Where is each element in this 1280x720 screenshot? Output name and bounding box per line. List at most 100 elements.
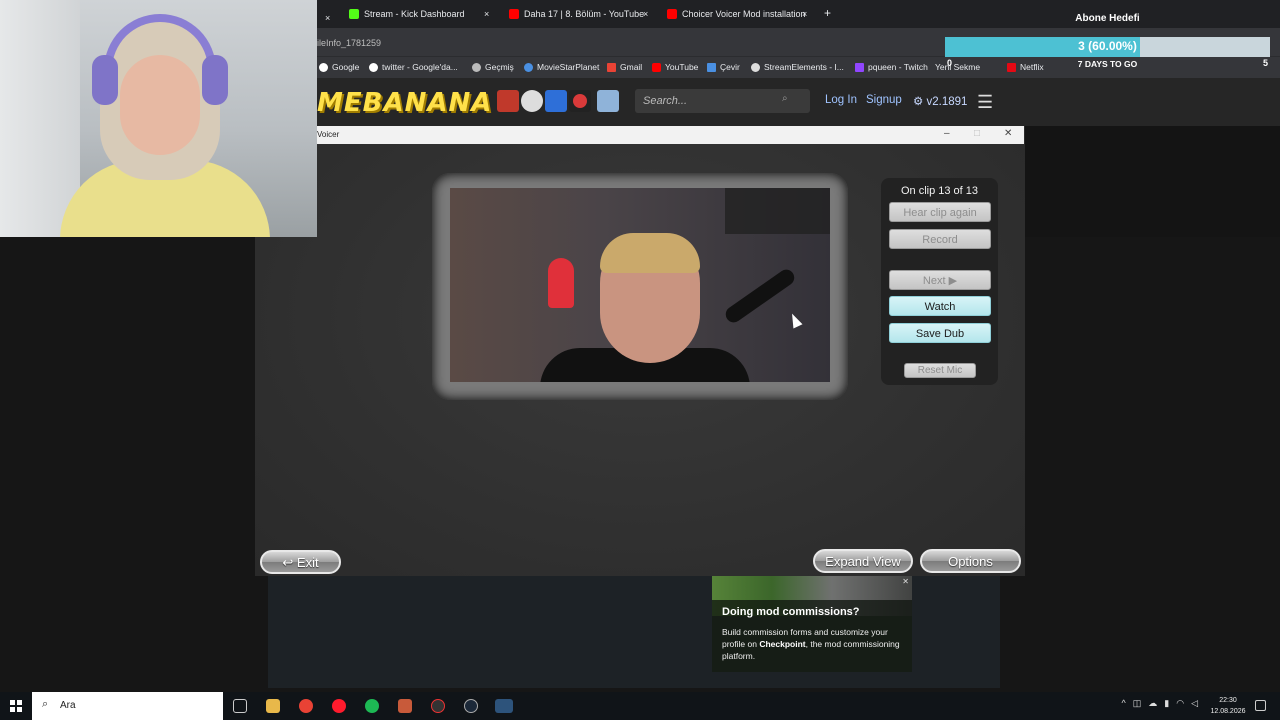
minimize-button[interactable]: –: [944, 128, 950, 139]
gmail-icon: [607, 62, 616, 72]
bookmark-google[interactable]: Google: [319, 62, 359, 72]
save-dub-button[interactable]: Save Dub: [889, 323, 991, 343]
task-view-icon[interactable]: [233, 699, 247, 713]
youtube-icon: [509, 9, 519, 19]
close-icon: ×: [802, 9, 808, 19]
lava-lamp: [548, 258, 574, 308]
usb-icon[interactable]: ▮: [1164, 698, 1169, 709]
headphone-right: [202, 55, 228, 105]
tab-close-choicer[interactable]: ×: [802, 4, 807, 24]
volume-icon[interactable]: ◁: [1191, 698, 1198, 709]
game-icon-1[interactable]: [497, 90, 519, 112]
search-icon[interactable]: ⌕: [782, 93, 788, 104]
active-window-icon[interactable]: [495, 699, 513, 713]
bookmark-moviestarplanet[interactable]: MovieStarPlanet: [524, 62, 599, 72]
bookmark-twitch[interactable]: pqueen - Twitch: [855, 62, 928, 72]
site-header: MEBANANA Search... ⌕ Log In Signup ⚙ v2.…: [317, 78, 1280, 126]
ad-title: Doing mod commissions?: [722, 606, 860, 618]
wifi-icon[interactable]: ◠: [1176, 698, 1184, 709]
maximize-button[interactable]: □: [974, 128, 980, 139]
bookmark-label: YouTube: [665, 62, 699, 72]
close-icon: ×: [643, 9, 649, 19]
bookmark-streamelements[interactable]: StreamElements - I...: [751, 62, 844, 72]
new-tab-button[interactable]: +: [824, 3, 831, 23]
opera-icon[interactable]: [332, 699, 346, 713]
youtube-icon: [652, 62, 661, 72]
exit-button[interactable]: ↩ Exit: [260, 550, 341, 574]
bookmark-label: MovieStarPlanet: [537, 62, 600, 72]
stream-chat-overlay: [725, 188, 830, 234]
file-explorer-icon[interactable]: [266, 699, 280, 713]
notification-icon[interactable]: [1255, 700, 1266, 711]
watch-button[interactable]: Watch: [889, 296, 991, 316]
kick-icon: [349, 9, 359, 19]
bookmark-twitter-search[interactable]: twitter - Google'da...: [369, 62, 458, 72]
tab-close-kick[interactable]: ×: [484, 4, 489, 24]
tab-choicer-voicer[interactable]: Choicer Voicer Mod installation: [667, 4, 806, 24]
webcam-overlay: [0, 0, 317, 237]
hear-clip-again-button[interactable]: Hear clip again: [889, 202, 991, 222]
bookmark-gmail[interactable]: Gmail: [607, 62, 642, 72]
close-button[interactable]: ✕: [1004, 128, 1012, 139]
site-version[interactable]: ⚙ v2.1891: [913, 94, 967, 108]
window-title: Voicer: [317, 130, 340, 139]
tab-label: Choicer Voicer Mod installation: [682, 9, 806, 19]
cloud-icon[interactable]: ☁: [1148, 698, 1157, 709]
record-button[interactable]: Record: [889, 229, 991, 249]
google-icon: [369, 62, 378, 72]
voicer-window-titlebar: Voicer – □ ✕: [317, 126, 1024, 144]
login-link[interactable]: Log In: [825, 94, 857, 106]
tab-kick-dashboard[interactable]: Stream - Kick Dashboard: [349, 4, 465, 24]
game-icon-5[interactable]: [597, 90, 619, 112]
close-icon: ×: [325, 13, 331, 23]
signup-link[interactable]: Signup: [866, 94, 902, 106]
chevron-up-icon[interactable]: ^: [1122, 698, 1126, 709]
clip-video[interactable]: [450, 188, 830, 382]
expand-view-button[interactable]: Expand View: [813, 549, 913, 573]
advertisement[interactable]: Doing mod commissions? Build commission …: [712, 576, 912, 672]
reset-mic-button[interactable]: Reset Mic: [904, 363, 976, 378]
hamburger-icon[interactable]: ☰: [977, 92, 993, 113]
person-hair: [600, 233, 700, 273]
chrome-icon[interactable]: [299, 699, 313, 713]
obs-icon[interactable]: [431, 699, 445, 713]
ad-brand: Checkpoint: [759, 639, 806, 649]
spotify-icon[interactable]: [365, 699, 379, 713]
tab-label: Stream - Kick Dashboard: [364, 9, 465, 19]
tab-close-youtube[interactable]: ×: [643, 4, 648, 24]
next-button[interactable]: Next ▶: [889, 270, 991, 290]
taskbar-search-text: Ara: [60, 700, 76, 711]
google-icon: [319, 62, 328, 72]
moviestarplanet-icon: [524, 62, 533, 72]
tab-youtube-daha17[interactable]: Daha 17 | 8. Bölüm - YouTube: [509, 4, 644, 24]
goal-value: 3 (60.00%): [1078, 39, 1137, 53]
twitch-icon: [855, 62, 864, 72]
network-icon[interactable]: ◫: [1133, 698, 1142, 709]
goal-max: 5: [1262, 58, 1268, 68]
system-tray: ^ ◫ ☁ ▮ ◠ ◁: [1122, 698, 1198, 709]
ad-close-button[interactable]: ✕: [902, 577, 909, 586]
bookmark-history[interactable]: Geçmiş: [472, 62, 514, 72]
taskbar-search-input[interactable]: ⌕ Ara: [32, 692, 223, 720]
bookmark-label: Google: [332, 62, 360, 72]
taskbar-clock[interactable]: 22:30 12.08.2026: [1206, 695, 1250, 717]
search-icon: ⌕: [42, 698, 49, 710]
windows-start-icon[interactable]: [10, 700, 22, 712]
history-icon: [472, 62, 481, 72]
app-icon[interactable]: [398, 699, 412, 713]
ad-body: Build commission forms and customize you…: [722, 626, 908, 662]
site-logo[interactable]: MEBANANA: [317, 88, 492, 118]
steam-icon[interactable]: [464, 699, 478, 713]
close-icon: ×: [484, 9, 490, 19]
bookmark-translate[interactable]: Çevir: [707, 62, 740, 72]
webcam-wall: [0, 0, 80, 237]
options-button[interactable]: Options: [920, 549, 1021, 573]
raspberry-icon[interactable]: [573, 94, 587, 108]
clip-status: On clip 13 of 13: [900, 185, 979, 197]
game-icon-3[interactable]: [545, 90, 567, 112]
game-icon-2[interactable]: [521, 90, 543, 112]
tab-close-prev[interactable]: ×: [325, 8, 330, 28]
bookmark-youtube[interactable]: YouTube: [652, 62, 698, 72]
clock-date: 12.08.2026: [1210, 708, 1246, 715]
headphone-left: [92, 55, 118, 105]
